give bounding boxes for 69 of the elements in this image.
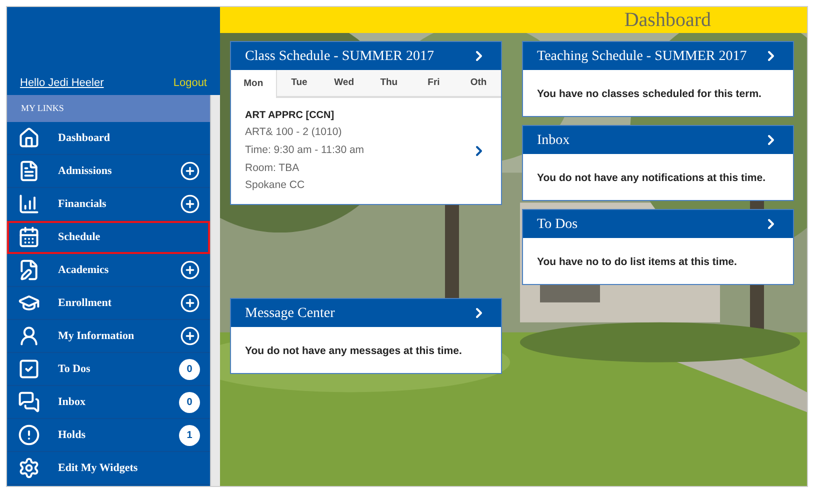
page-title: Dashboard [624, 8, 711, 33]
sidebar-label: Holds [58, 428, 87, 443]
widget-message: You have no classes scheduled for this term. [537, 88, 762, 100]
course-detail: Room: TBA [245, 160, 300, 176]
day-tab[interactable]: Thu [366, 70, 412, 97]
calendar-icon [18, 226, 40, 248]
person-icon [18, 325, 40, 347]
widget-header[interactable]: Class Schedule - SUMMER 2017 [231, 42, 501, 70]
sidebar-item[interactable]: Academics [7, 254, 210, 287]
day-tab[interactable]: Tue [276, 70, 322, 97]
day-tab[interactable]: Mon [231, 70, 277, 98]
count-badge: 0 [179, 358, 200, 380]
sidebar-label: Financials [58, 196, 108, 212]
document-pen-icon [18, 259, 40, 281]
sidebar-label: To Dos [58, 362, 92, 377]
widget-title: Class Schedule - SUMMER 2017 [245, 48, 434, 66]
course-detail: Time: 9:30 am - 11:30 am [245, 142, 366, 158]
expand-icon[interactable] [180, 161, 200, 181]
sidebar-label: Dashboard [58, 130, 111, 146]
course-name: ART APPRC [CCN] [245, 109, 336, 123]
expand-icon[interactable] [180, 260, 200, 280]
course-detail: Spokane CC [245, 178, 306, 194]
links-heading: MY LINKS [21, 102, 64, 115]
expand-icon[interactable] [180, 293, 200, 313]
course-detail: ART& 100 - 2 (1010) [245, 125, 343, 140]
widget-message: You do not have any messages at this time. [245, 345, 462, 357]
sidebar-item[interactable]: Dashboard [7, 122, 210, 155]
widget-header[interactable]: Teaching Schedule - SUMMER 2017 [523, 42, 793, 70]
course-entry[interactable]: ART APPRC [CCN] ART& 100 - 2 (1010) Time: 9:30 am - 11:30 am Room: TBA Spokane CC [231, 98, 501, 204]
sidebar-label: Admissions [58, 164, 113, 179]
exclamation-icon [18, 424, 40, 446]
sidebar-item[interactable]: To Dos 0 [7, 353, 210, 386]
logout-link[interactable]: Logout [173, 74, 207, 91]
widget-title: Teaching Schedule - SUMMER 2017 [537, 48, 747, 66]
count-badge: 1 [179, 424, 200, 446]
scrollbar[interactable] [210, 95, 220, 486]
day-tab[interactable]: Wed [322, 70, 366, 97]
count-badge: 0 [179, 392, 200, 412]
sidebar-label: Edit My Widgets [58, 460, 139, 476]
sidebar-label: Academics [58, 262, 110, 278]
sidebar-item[interactable]: Inbox 0 [7, 386, 210, 419]
house-icon [18, 127, 40, 149]
sidebar-label: My Information [58, 328, 136, 344]
widget-message: You have no to do list items at this time. [537, 256, 737, 268]
sidebar-item[interactable]: Admissions [7, 155, 210, 188]
sidebar-item[interactable]: Schedule [7, 221, 210, 254]
day-tab[interactable]: Oth [456, 70, 501, 97]
document-icon [18, 160, 40, 182]
sidebar-label: Inbox [58, 394, 87, 410]
sidebar-item[interactable]: Enrollment [7, 287, 210, 320]
widget-message: You do not have any notifications at this time. [537, 172, 766, 184]
chat-bubbles-icon [18, 391, 40, 413]
widget-title: To Dos [537, 216, 578, 234]
bar-chart-icon [18, 193, 40, 215]
sidebar-label: Schedule [58, 230, 102, 245]
expand-icon[interactable] [180, 326, 200, 346]
widget-header[interactable]: Message Center [231, 299, 501, 327]
greeting-link[interactable]: Hello Jedi Heeler [20, 74, 104, 91]
checkbox-icon [18, 358, 40, 380]
day-tab[interactable]: Fri [411, 70, 456, 97]
sidebar-item[interactable]: Holds 1 [7, 419, 210, 452]
widget-header[interactable]: To Dos [523, 210, 793, 238]
sidebar-item[interactable]: Edit My Widgets [7, 452, 210, 485]
sidebar-item[interactable]: My Information [7, 320, 210, 353]
sidebar-label: Enrollment [58, 296, 113, 311]
expand-icon[interactable] [180, 194, 200, 214]
widget-header[interactable]: Inbox [523, 126, 793, 154]
widget-title: Inbox [537, 132, 570, 150]
widget-title: Message Center [245, 304, 335, 322]
